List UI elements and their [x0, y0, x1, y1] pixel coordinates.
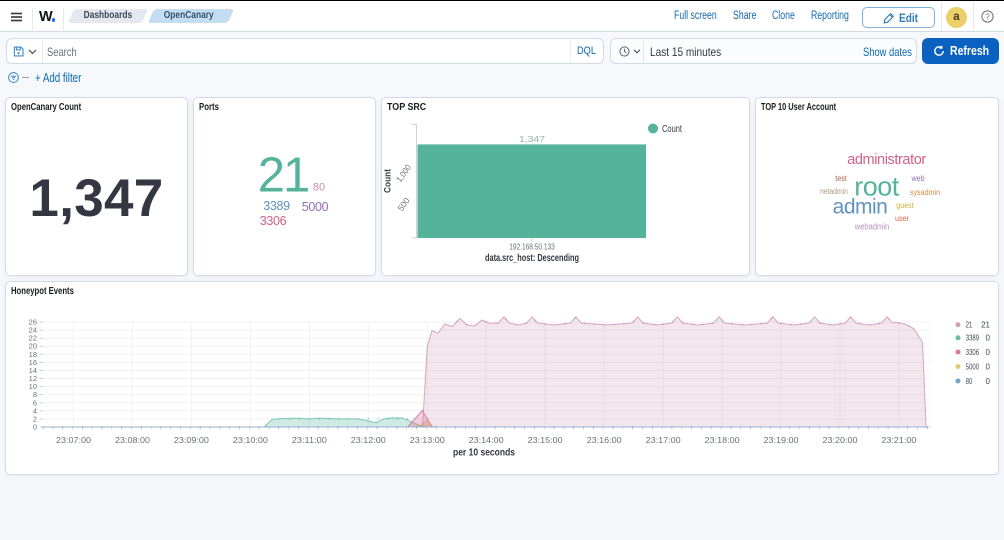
svg-text:23:12:00: 23:12:00 — [351, 436, 387, 445]
svg-text:1,347: 1,347 — [519, 134, 545, 144]
svg-text:21: 21 — [981, 321, 990, 330]
svg-text:22: 22 — [29, 334, 37, 343]
svg-text:12: 12 — [29, 374, 37, 383]
svg-text:23:11:00: 23:11:00 — [292, 436, 328, 445]
svg-text:14: 14 — [29, 366, 37, 375]
svg-text:?: ? — [985, 12, 990, 21]
svg-text:20: 20 — [29, 342, 37, 351]
svg-text:0: 0 — [986, 377, 991, 386]
svg-text:0: 0 — [33, 423, 37, 432]
svg-text:data.src_host: Descending: data.src_host: Descending — [485, 253, 579, 264]
svg-text:26: 26 — [29, 318, 37, 327]
svg-text:23:18:00: 23:18:00 — [705, 436, 741, 445]
svg-text:80: 80 — [966, 377, 973, 386]
svg-text:23:08:00: 23:08:00 — [115, 436, 151, 445]
svg-text:5000: 5000 — [966, 362, 980, 371]
svg-text:0: 0 — [986, 334, 991, 343]
svg-text:8: 8 — [33, 390, 37, 399]
svg-text:23:13:00: 23:13:00 — [410, 436, 446, 445]
svg-text:24: 24 — [29, 326, 37, 335]
svg-text:10: 10 — [29, 382, 37, 391]
svg-text:500: 500 — [395, 195, 411, 212]
svg-text:23:15:00: 23:15:00 — [528, 436, 564, 445]
svg-text:192.168.50.133: 192.168.50.133 — [509, 243, 555, 252]
svg-text:23:09:00: 23:09:00 — [174, 436, 210, 445]
svg-text:0: 0 — [986, 362, 991, 371]
svg-text:0: 0 — [986, 348, 991, 357]
svg-text:3389: 3389 — [966, 334, 980, 343]
svg-text:Count: Count — [662, 124, 682, 135]
svg-text:16: 16 — [29, 358, 37, 367]
svg-text:6: 6 — [33, 398, 37, 407]
svg-text:21: 21 — [966, 321, 973, 330]
svg-text:23:20:00: 23:20:00 — [823, 436, 859, 445]
svg-text:23:21:00: 23:21:00 — [881, 436, 917, 445]
svg-text:23:17:00: 23:17:00 — [646, 436, 682, 445]
svg-text:3306: 3306 — [966, 348, 980, 357]
svg-text:4: 4 — [33, 406, 37, 415]
svg-text:23:16:00: 23:16:00 — [587, 436, 623, 445]
svg-text:1,000: 1,000 — [394, 162, 413, 183]
svg-text:23:07:00: 23:07:00 — [56, 436, 92, 445]
svg-text:Count: Count — [383, 168, 394, 193]
svg-text:23:10:00: 23:10:00 — [233, 436, 269, 445]
svg-text:18: 18 — [29, 350, 37, 359]
svg-text:2: 2 — [33, 414, 37, 423]
svg-text:23:19:00: 23:19:00 — [764, 436, 800, 445]
svg-text:23:14:00: 23:14:00 — [469, 436, 505, 445]
svg-text:per 10 seconds: per 10 seconds — [453, 447, 515, 459]
